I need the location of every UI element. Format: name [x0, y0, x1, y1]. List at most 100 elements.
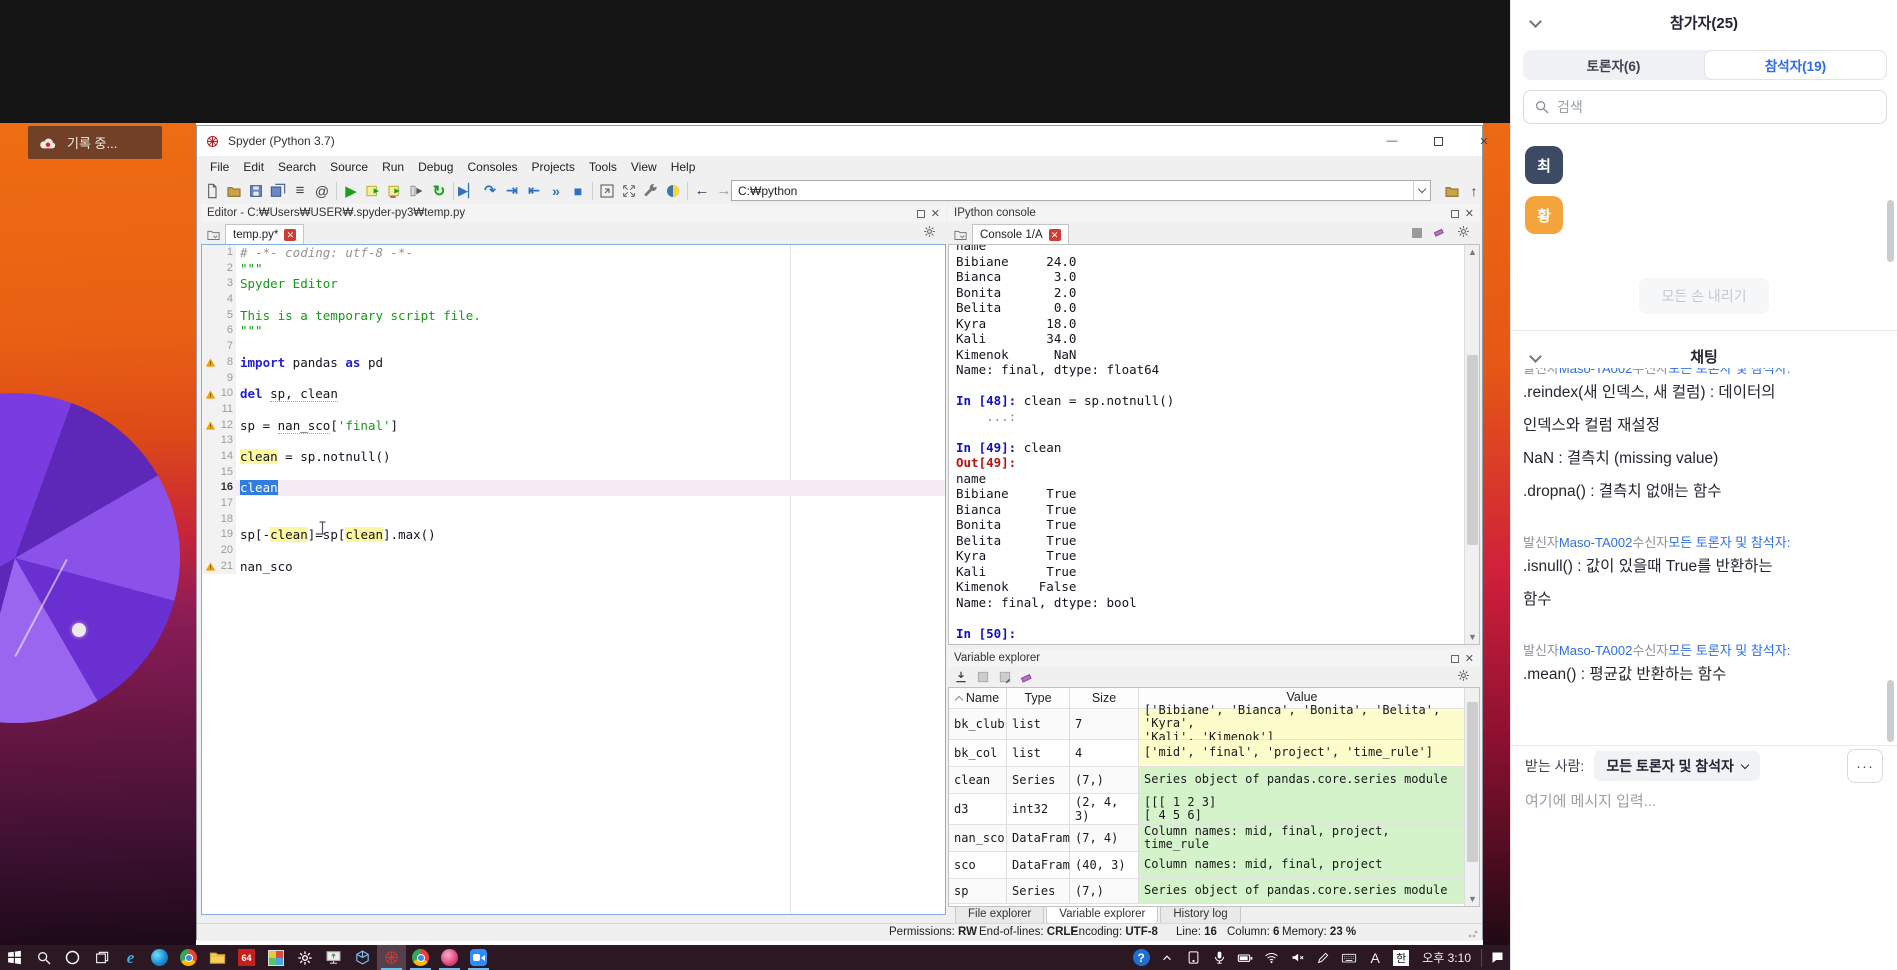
- editor-options-gear-icon[interactable]: [923, 225, 936, 238]
- interrupt-kernel-icon[interactable]: [1412, 225, 1422, 243]
- ime-korean-indicator[interactable]: 한: [1388, 945, 1414, 970]
- wifi-icon[interactable]: [1258, 945, 1284, 970]
- debug-file-icon[interactable]: ▶▏: [457, 180, 479, 202]
- continue-icon[interactable]: »: [545, 180, 567, 202]
- run-file-icon[interactable]: ▶: [340, 180, 362, 202]
- menu-help[interactable]: Help: [664, 158, 703, 176]
- menu-search[interactable]: Search: [271, 158, 323, 176]
- code-line[interactable]: 2""": [202, 261, 945, 277]
- maximize-button[interactable]: [1415, 126, 1461, 156]
- menu-run[interactable]: Run: [375, 158, 411, 176]
- volume-muted-icon[interactable]: [1284, 945, 1310, 970]
- working-directory-combobox[interactable]: C:₩python: [731, 180, 1431, 201]
- varexp-pane-header[interactable]: Variable explorer ✕: [948, 649, 1480, 667]
- table-row[interactable]: spSeries(7,)Series object of pandas.core…: [949, 879, 1479, 904]
- scrollbar-thumb[interactable]: [1467, 355, 1478, 545]
- console-pane-header[interactable]: IPython console ✕: [948, 204, 1480, 222]
- search-input[interactable]: [1557, 99, 1847, 115]
- parent-dir-icon[interactable]: ↑: [1463, 180, 1485, 202]
- menu-debug[interactable]: Debug: [411, 158, 460, 176]
- dropdown-arrow-icon[interactable]: [1413, 181, 1430, 200]
- undock-icon[interactable]: [917, 210, 925, 218]
- re-run-icon[interactable]: ↻: [428, 180, 450, 202]
- taskbar-app-64[interactable]: 64: [232, 945, 261, 970]
- minimize-button[interactable]: —: [1369, 126, 1415, 156]
- code-line[interactable]: 20: [202, 543, 945, 559]
- collapse-chat-icon[interactable]: [1529, 350, 1542, 363]
- taskbar-spyder[interactable]: [377, 945, 406, 970]
- code-line[interactable]: 11: [202, 402, 945, 418]
- taskbar-cortana[interactable]: [58, 945, 87, 970]
- code-line[interactable]: 21nan_sco: [202, 559, 945, 575]
- table-row[interactable]: nan_scoDataFrame(7, 4)Column names: mid,…: [949, 825, 1479, 852]
- taskbar-task-view[interactable]: [87, 945, 116, 970]
- plugin-tab-file-explorer[interactable]: File explorer: [955, 907, 1044, 924]
- menu-consoles[interactable]: Consoles: [460, 158, 524, 176]
- close-pane-icon[interactable]: ✕: [1465, 207, 1474, 220]
- save-data-icon[interactable]: [976, 670, 990, 684]
- taskbar-file-explorer[interactable]: [203, 945, 232, 970]
- save-all-icon[interactable]: [267, 180, 289, 202]
- taskbar-remote-app[interactable]: [435, 945, 464, 970]
- console-pane-controls[interactable]: ✕: [1451, 207, 1474, 220]
- taskbar-start[interactable]: [0, 945, 29, 970]
- scrollbar-thumb[interactable]: [1467, 702, 1478, 862]
- code-line[interactable]: 16clean: [202, 480, 945, 496]
- symbol-finder-icon[interactable]: @: [311, 180, 333, 202]
- table-row[interactable]: scoDataFrame(40, 3)Column names: mid, fi…: [949, 852, 1479, 879]
- clock[interactable]: 오후 3:10: [1414, 949, 1479, 966]
- ime-latin-indicator[interactable]: A: [1362, 945, 1388, 970]
- close-pane-icon[interactable]: ✕: [1465, 652, 1474, 665]
- close-pane-icon[interactable]: ✕: [931, 207, 940, 220]
- code-line[interactable]: 15: [202, 465, 945, 481]
- browse-folder-icon[interactable]: [1441, 180, 1463, 202]
- code-line[interactable]: 9: [202, 371, 945, 387]
- battery-icon[interactable]: [1232, 945, 1258, 970]
- taskbar-search[interactable]: [29, 945, 58, 970]
- clear-console-icon[interactable]: [1433, 225, 1446, 238]
- code-line[interactable]: 18: [202, 512, 945, 528]
- code-line[interactable]: 5This is a temporary script file.: [202, 308, 945, 324]
- remove-all-icon[interactable]: [1020, 670, 1034, 684]
- step-into-icon[interactable]: ⇥: [501, 180, 523, 202]
- scroll-up-icon[interactable]: ▲: [1465, 245, 1480, 259]
- column-header-name[interactable]: Name: [949, 688, 1007, 708]
- menu-source[interactable]: Source: [323, 158, 375, 176]
- menu-view[interactable]: View: [624, 158, 664, 176]
- chat-scrollbar-thumb[interactable]: [1887, 680, 1894, 742]
- console-output[interactable]: nameBibiane 24.0Bianca 3.0Bonita 2.0Beli…: [948, 244, 1480, 645]
- console-options-gear-icon[interactable]: [1457, 225, 1470, 238]
- taskbar-photos[interactable]: [261, 945, 290, 970]
- browse-tabs-icon[interactable]: [948, 224, 972, 244]
- column-header-size[interactable]: Size: [1070, 688, 1139, 708]
- taskbar-internet-explorer[interactable]: e: [116, 945, 145, 970]
- varexp-scrollbar[interactable]: ▼: [1464, 688, 1479, 906]
- table-row[interactable]: bk_collist4['mid', 'final', 'project', '…: [949, 740, 1479, 767]
- tablet-mode-icon[interactable]: [1180, 945, 1206, 970]
- tab-panelists[interactable]: 토론자(6): [1523, 50, 1704, 80]
- code-line[interactable]: 3Spyder Editor: [202, 276, 945, 292]
- help-badge-icon[interactable]: ?: [1128, 945, 1154, 970]
- maximize-pane-icon[interactable]: [596, 180, 618, 202]
- code-line[interactable]: 12sp = nan_sco['final']: [202, 418, 945, 434]
- chevron-up-icon[interactable]: [1154, 945, 1180, 970]
- import-data-icon[interactable]: [954, 670, 968, 684]
- code-line[interactable]: 17: [202, 496, 945, 512]
- undock-icon[interactable]: [1451, 210, 1459, 218]
- close-tab-icon[interactable]: ✕: [284, 229, 296, 241]
- editor-file-tab[interactable]: temp.py* ✕: [225, 224, 304, 244]
- stop-debug-icon[interactable]: ■: [567, 180, 589, 202]
- title-bar[interactable]: Spyder (Python 3.7) — ✕: [197, 126, 1482, 156]
- participants-scrollbar-thumb[interactable]: [1887, 200, 1894, 262]
- tab-attendees[interactable]: 참석자(19): [1704, 50, 1887, 80]
- more-options-button[interactable]: ···: [1847, 749, 1883, 783]
- undock-icon[interactable]: [1451, 655, 1459, 663]
- table-row[interactable]: cleanSeries(7,)Series object of pandas.c…: [949, 767, 1479, 794]
- notification-icon[interactable]: [1484, 945, 1510, 970]
- run-cell-icon[interactable]: [362, 180, 384, 202]
- editor-pane-controls[interactable]: ✕: [917, 207, 940, 220]
- plugin-tab-variable-explorer[interactable]: Variable explorer: [1046, 907, 1158, 924]
- fullscreen-icon[interactable]: [618, 180, 640, 202]
- code-line[interactable]: 19sp[-clean]=sp[clean].max(): [202, 527, 945, 543]
- code-line[interactable]: 14clean = sp.notnull(): [202, 449, 945, 465]
